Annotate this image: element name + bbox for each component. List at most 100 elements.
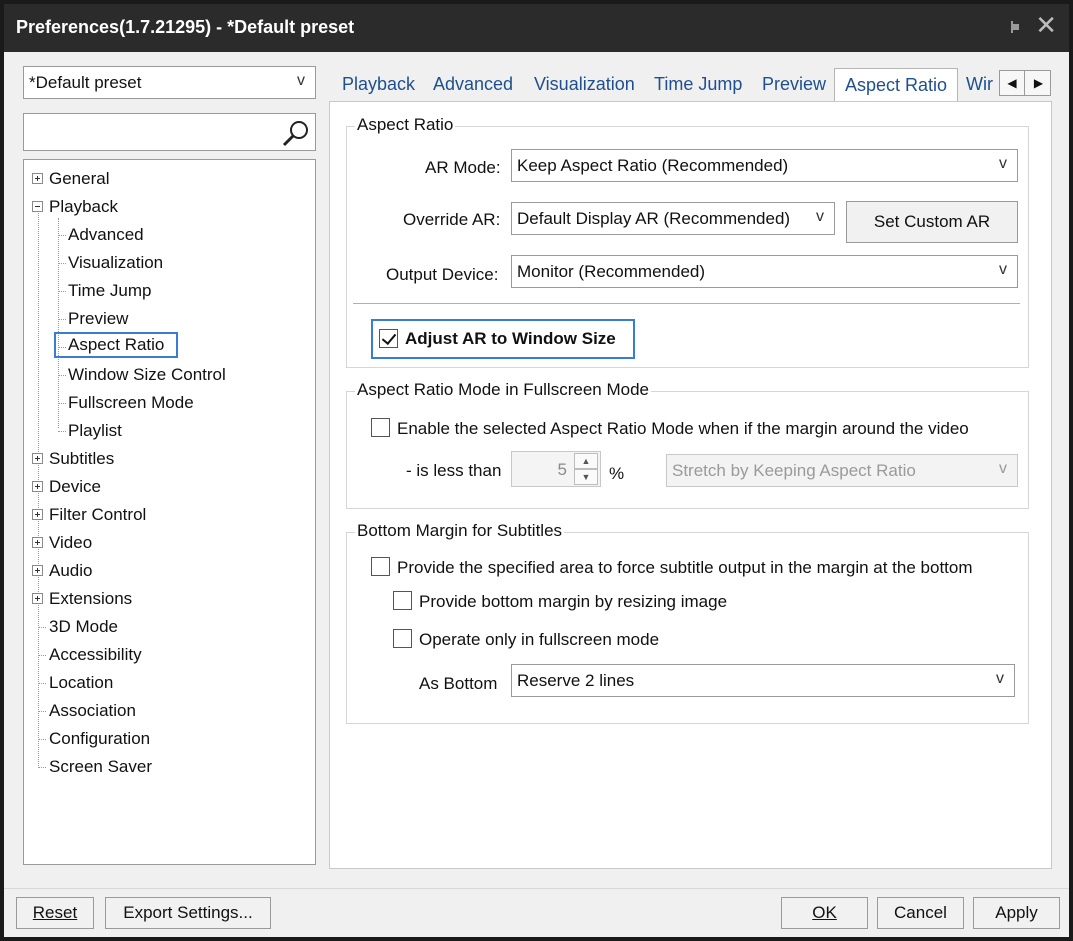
tree-item-label: Playlist [68, 421, 122, 440]
expand-icon[interactable] [32, 565, 43, 576]
tree-item-screen-saver[interactable]: Screen Saver [49, 754, 152, 780]
tree-item-playback[interactable]: Playback [49, 194, 118, 220]
magnifier-icon[interactable] [281, 118, 311, 148]
margin-percent-value: 5 [557, 460, 567, 479]
tree-connector [38, 739, 46, 740]
ok-button[interactable]: OK [781, 897, 868, 929]
tab-visualization[interactable]: Visualization [534, 74, 635, 102]
tree-item-label: Accessibility [49, 645, 142, 664]
expand-icon[interactable] [32, 481, 43, 492]
chevron-down-icon: v [999, 155, 1007, 172]
expand-icon[interactable] [32, 453, 43, 464]
search-input[interactable] [23, 113, 316, 151]
close-icon[interactable]: ✕ [1035, 12, 1057, 38]
tree-item-label: Configuration [49, 729, 151, 748]
adjust-ar-focus[interactable]: Adjust AR to Window Size [371, 319, 635, 359]
tree-item-preview[interactable]: Preview [68, 306, 128, 332]
expand-icon[interactable] [32, 537, 43, 548]
expand-icon[interactable] [32, 593, 43, 604]
fullscreen-only-label[interactable]: Operate only in fullscreen mode [419, 630, 659, 650]
less-than-label: - is less than [406, 461, 502, 480]
tree-connector [38, 655, 46, 656]
tree-connector [58, 319, 66, 320]
ar-mode-label: AR Mode: [425, 158, 501, 177]
adjust-ar-label[interactable]: Adjust AR to Window Size [405, 329, 616, 349]
tree-item-label: Aspect Ratio [68, 335, 165, 354]
preferences-window: Preferences(1.7.21295) - *Default preset… [0, 0, 1073, 941]
tab-preview[interactable]: Preview [762, 74, 826, 102]
cancel-button[interactable]: Cancel [877, 897, 964, 929]
tree-item-3d-mode[interactable]: 3D Mode [49, 614, 118, 640]
output-device-label: Output Device: [386, 265, 499, 284]
tree-item-general[interactable]: General [49, 166, 109, 192]
enable-fullscreen-ar-checkbox[interactable] [371, 418, 390, 437]
tree-item-aspect-ratio[interactable]: Aspect Ratio [54, 332, 179, 358]
tree-item-location[interactable]: Location [49, 670, 113, 696]
fullscreen-only-checkbox[interactable] [393, 629, 412, 648]
export-settings-button[interactable]: Export Settings... [105, 897, 271, 929]
tree-item-configuration[interactable]: Configuration [49, 726, 150, 752]
spinner-up-icon[interactable]: ▲ [574, 453, 598, 469]
preset-dropdown[interactable]: *Default preset v [23, 66, 316, 99]
tab-aspect-ratio[interactable]: Aspect Ratio [834, 68, 959, 104]
override-ar-label: Override AR: [403, 210, 501, 229]
tree-item-label: General [49, 169, 110, 188]
reset-button[interactable]: Reset [16, 897, 94, 929]
tree-item-label: Filter Control [49, 505, 147, 524]
separator [353, 303, 1020, 304]
tree-item-device[interactable]: Device [49, 474, 101, 500]
override-ar-dropdown[interactable]: Default Display AR (Recommended) v [511, 202, 835, 235]
tree-connector [58, 263, 66, 264]
provide-area-label[interactable]: Provide the specified area to force subt… [397, 558, 973, 578]
preset-value: *Default preset [29, 73, 142, 92]
tree-item-window-size-control[interactable]: Window Size Control [68, 362, 226, 388]
adjust-ar-checkbox[interactable] [379, 329, 398, 348]
spinner-down-icon[interactable]: ▼ [574, 469, 598, 485]
tab-playback[interactable]: Playback [342, 74, 415, 102]
tab-scroll-right-icon[interactable]: ▶ [1026, 71, 1051, 95]
tree-item-advanced[interactable]: Advanced [68, 222, 144, 248]
margin-percent-spinner[interactable]: 5 ▲ ▼ [511, 451, 601, 487]
tree-item-association[interactable]: Association [49, 698, 136, 724]
tree-item-fullscreen-mode[interactable]: Fullscreen Mode [68, 390, 194, 416]
tree-item-time-jump[interactable]: Time Jump [68, 278, 151, 304]
tree-item-audio[interactable]: Audio [49, 558, 92, 584]
tree-item-subtitles[interactable]: Subtitles [49, 446, 114, 472]
set-custom-ar-button[interactable]: Set Custom AR [846, 201, 1018, 243]
ar-mode-dropdown[interactable]: Keep Aspect Ratio (Recommended) v [511, 149, 1018, 182]
tree-item-filter-control[interactable]: Filter Control [49, 502, 146, 528]
pin-icon[interactable] [1001, 16, 1023, 38]
tab-window-partial[interactable]: Wir [966, 74, 996, 102]
tree-item-label: Visualization [68, 253, 164, 272]
tab-time-jump[interactable]: Time Jump [654, 74, 742, 102]
tree-item-extensions[interactable]: Extensions [49, 586, 132, 612]
tree-connector [38, 627, 46, 628]
tree-item-label: Preview [68, 309, 129, 328]
tree-item-accessibility[interactable]: Accessibility [49, 642, 142, 668]
tree-item-visualization[interactable]: Visualization [68, 250, 163, 276]
output-device-dropdown[interactable]: Monitor (Recommended) v [511, 255, 1018, 288]
chevron-down-icon: v [816, 208, 824, 225]
provide-area-checkbox[interactable] [371, 557, 390, 576]
expand-icon[interactable] [32, 173, 43, 184]
resize-margin-label[interactable]: Provide bottom margin by resizing image [419, 592, 727, 612]
tree-item-label: Window Size Control [68, 365, 226, 384]
collapse-icon[interactable] [32, 201, 43, 212]
tree-connector [38, 683, 46, 684]
expand-icon[interactable] [32, 509, 43, 520]
percent-label: % [609, 464, 625, 483]
tree-item-video[interactable]: Video [49, 530, 92, 556]
ok-button-label: OK [812, 903, 837, 922]
tab-scroll-left-icon[interactable]: ◀ [1000, 71, 1025, 95]
title-bar: Preferences(1.7.21295) - *Default preset… [4, 4, 1069, 52]
tree-item-label: Screen Saver [49, 757, 152, 776]
fullscreen-mode-dropdown[interactable]: Stretch by Keeping Aspect Ratio v [666, 454, 1018, 487]
tree-item-playlist[interactable]: Playlist [68, 418, 122, 444]
tree-item-label: Audio [49, 561, 93, 580]
resize-margin-checkbox[interactable] [393, 591, 412, 610]
tab-advanced[interactable]: Advanced [433, 74, 513, 102]
as-bottom-dropdown[interactable]: Reserve 2 lines v [511, 664, 1015, 697]
aspect-ratio-panel: Aspect Ratio AR Mode: Keep Aspect Ratio … [329, 101, 1052, 869]
apply-button[interactable]: Apply [973, 897, 1060, 929]
enable-fullscreen-ar-label[interactable]: Enable the selected Aspect Ratio Mode wh… [397, 419, 969, 439]
